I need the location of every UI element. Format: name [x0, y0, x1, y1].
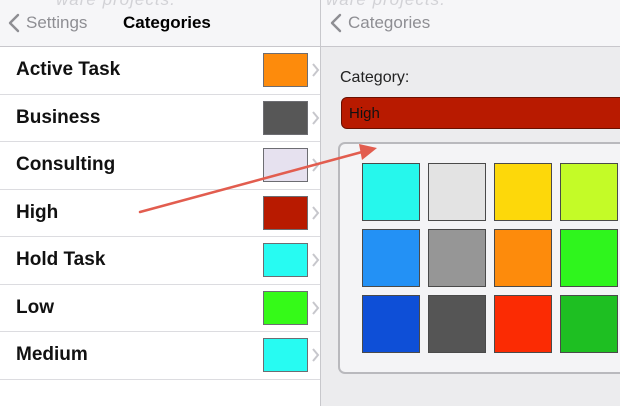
background-watermark-text: ware projects.	[56, 0, 176, 10]
category-name-field[interactable]: High	[341, 97, 620, 129]
palette-color-cell[interactable]	[494, 229, 552, 287]
background-watermark-text: ware projects.	[326, 0, 446, 10]
navigation-bar: ware projects. Settings Categories	[0, 0, 320, 47]
chevron-right-icon	[312, 205, 320, 220]
category-row[interactable]: Consulting	[0, 142, 320, 190]
chevron-right-icon	[312, 300, 320, 315]
palette-color-cell[interactable]	[560, 163, 618, 221]
palette-color-cell[interactable]	[494, 163, 552, 221]
category-list: Active Task Business Consulting High Hold Ta…	[0, 47, 320, 380]
category-label: Category:	[340, 69, 410, 86]
category-name: Low	[16, 296, 54, 318]
categories-back-button[interactable]: Categories	[330, 11, 430, 35]
palette-color-cell[interactable]	[428, 229, 486, 287]
category-name: Consulting	[16, 154, 116, 175]
settings-back-button[interactable]: Settings	[8, 11, 87, 35]
category-row[interactable]: Low	[0, 285, 320, 332]
chevron-left-icon	[8, 13, 20, 33]
category-name-value: High	[349, 105, 380, 122]
palette-color-cell[interactable]	[362, 163, 420, 221]
palette-color-cell[interactable]	[494, 295, 552, 353]
navigation-bar: ware projects. Categories	[321, 0, 620, 47]
chevron-left-icon	[330, 13, 342, 33]
chevron-right-icon	[312, 158, 320, 172]
color-palette	[338, 142, 620, 374]
category-row[interactable]: Medium	[0, 332, 320, 380]
category-name: High	[16, 201, 59, 223]
category-color-swatch[interactable]	[263, 243, 308, 277]
palette-color-cell[interactable]	[560, 229, 618, 287]
palette-color-cell[interactable]	[362, 295, 420, 353]
category-name: Hold Task	[16, 249, 106, 270]
chevron-right-icon	[312, 110, 320, 125]
back-button-label: Categories	[348, 13, 431, 32]
category-row[interactable]: Hold Task	[0, 237, 320, 285]
category-color-screen: ware projects. Categories Category: High	[321, 0, 620, 406]
chevron-right-icon	[312, 253, 320, 267]
palette-color-cell[interactable]	[362, 229, 420, 287]
category-color-swatch[interactable]	[263, 53, 308, 87]
category-name: Active Task	[16, 59, 121, 80]
categories-list-screen: ware projects. Settings Categories Activ…	[0, 0, 320, 406]
chevron-right-icon	[312, 348, 320, 362]
category-row[interactable]: High	[0, 190, 320, 237]
category-color-swatch[interactable]	[263, 100, 308, 135]
back-button-label: Settings	[26, 13, 88, 32]
palette-color-cell[interactable]	[428, 163, 486, 221]
category-name: Business	[16, 106, 101, 128]
palette-color-cell[interactable]	[428, 295, 486, 353]
palette-color-cell[interactable]	[560, 295, 618, 353]
page-title: Categories	[123, 13, 211, 32]
category-color-swatch[interactable]	[263, 338, 308, 372]
chevron-right-icon	[312, 63, 320, 77]
category-name: Medium	[16, 344, 88, 365]
category-row[interactable]: Business	[0, 95, 320, 142]
category-color-swatch[interactable]	[263, 290, 308, 325]
category-color-swatch[interactable]	[263, 148, 308, 182]
category-color-swatch[interactable]	[263, 195, 308, 230]
category-row[interactable]: Active Task	[0, 47, 320, 95]
